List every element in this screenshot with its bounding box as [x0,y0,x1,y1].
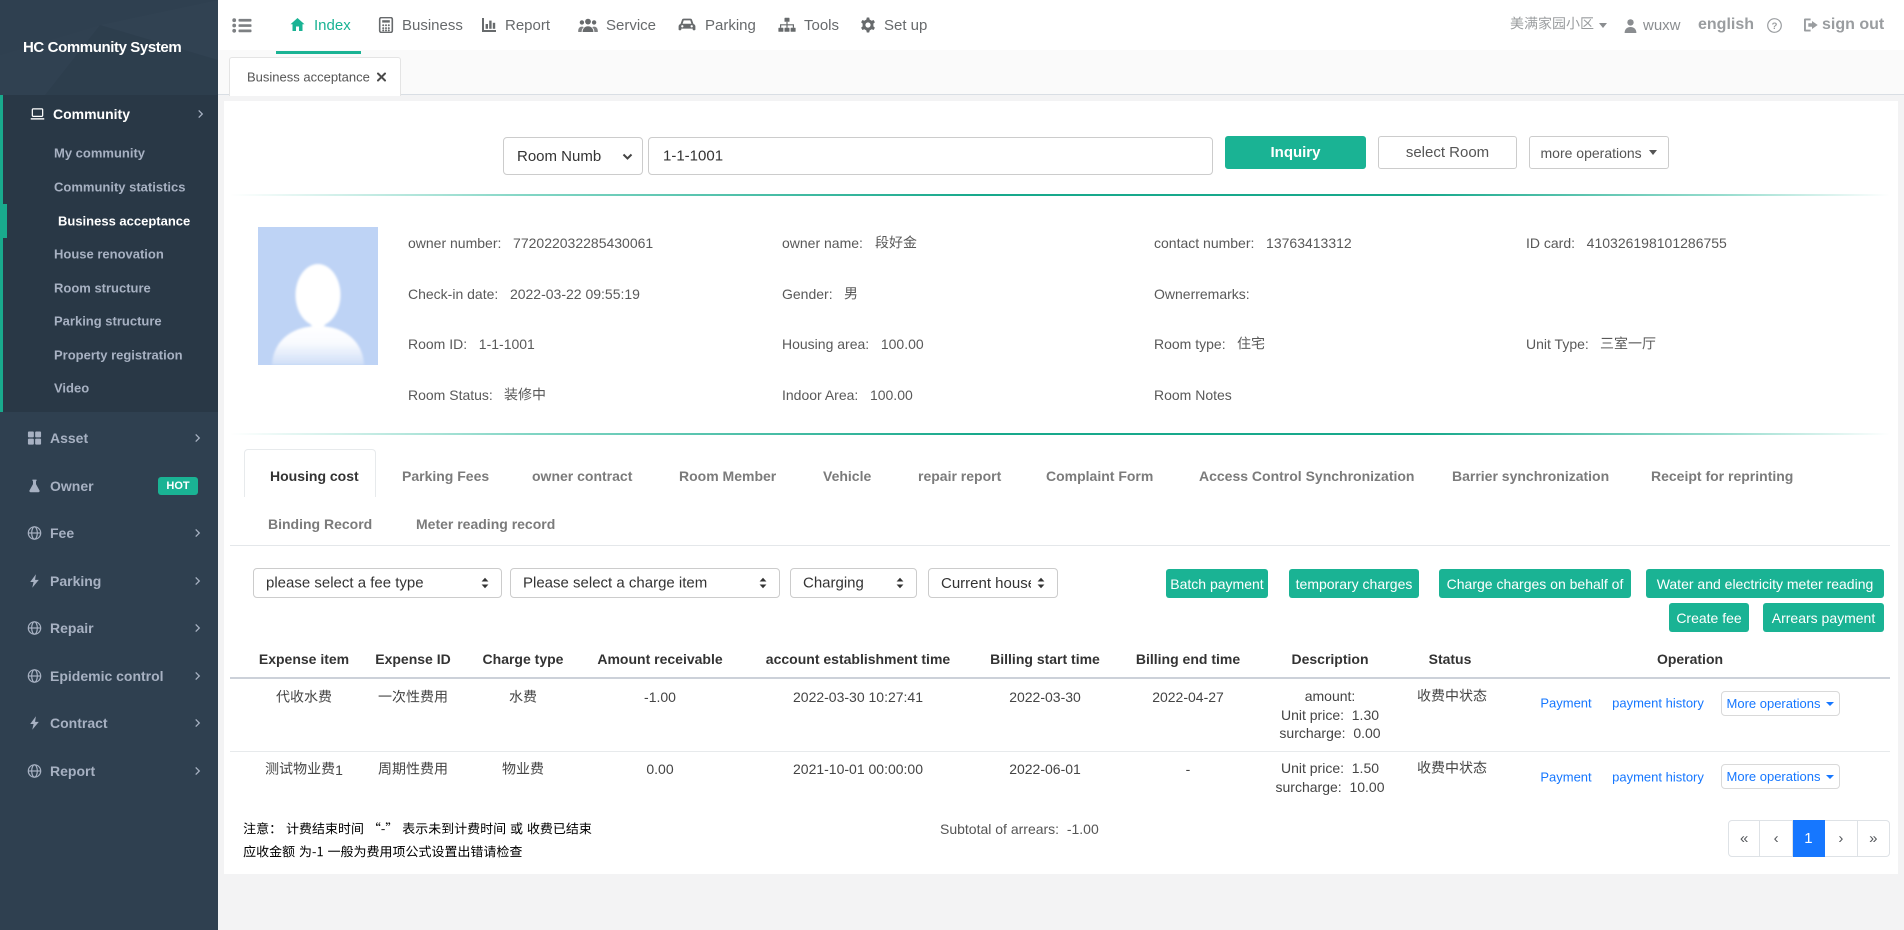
svg-text:?: ? [1772,21,1778,32]
